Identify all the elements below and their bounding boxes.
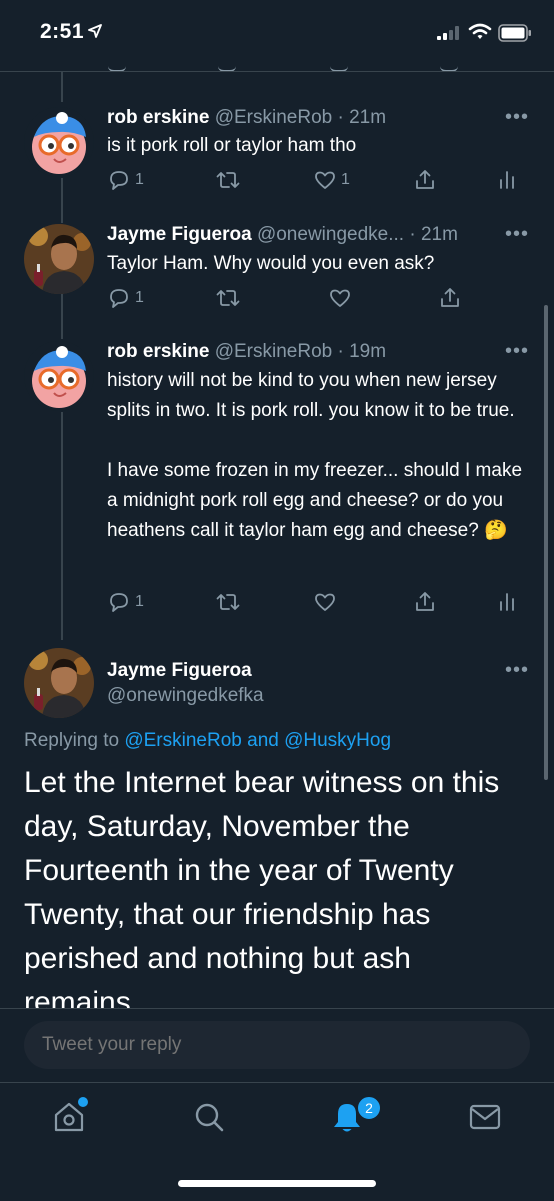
tweet-time: · 21m: [337, 107, 387, 128]
more-options-icon[interactable]: •••: [505, 340, 529, 363]
like-icon: [330, 289, 350, 307]
avatar[interactable]: [24, 224, 94, 294]
more-options-icon[interactable]: •••: [505, 106, 529, 129]
thread-line: [61, 178, 63, 223]
reply-count: 1: [135, 171, 144, 188]
replying-to: Replying to @ErskineRob and @HuskyHog: [24, 730, 391, 752]
more-options-icon[interactable]: •••: [505, 223, 529, 246]
author-handle[interactable]: @ErskineRob: [215, 107, 333, 128]
analytics-icon: [500, 593, 514, 611]
thread-line: [61, 412, 63, 640]
like-button[interactable]: 1: [313, 168, 350, 192]
thread-line: [61, 72, 63, 102]
retweet-icon: [216, 290, 240, 306]
avatar[interactable]: [24, 648, 94, 718]
home-unread-dot: [76, 1095, 90, 1109]
analytics-button[interactable]: [497, 168, 517, 192]
author-name[interactable]: Jayme Figueroa: [107, 660, 252, 682]
status-bar: 2:51: [0, 0, 554, 70]
wifi-icon: [468, 23, 492, 39]
reply-button[interactable]: 1: [107, 590, 144, 614]
reply-icon: [110, 593, 128, 612]
avatar[interactable]: [24, 341, 94, 411]
share-button[interactable]: [438, 286, 462, 310]
main-tweet-text: Let the Internet bear witness on this da…: [24, 766, 500, 1009]
scrollbar[interactable]: [544, 305, 548, 780]
tweet-time: · 19m: [337, 341, 387, 362]
retweet-button[interactable]: [215, 590, 241, 614]
header-divider: [0, 71, 554, 72]
tweet-text: is it pork roll or taylor ham tho: [107, 135, 357, 156]
tweet-header: rob erskine @ErskineRob · 21m: [107, 107, 386, 129]
reply-count: 1: [135, 289, 144, 306]
share-icon: [441, 288, 459, 307]
more-options-icon[interactable]: •••: [505, 659, 529, 682]
like-count: 1: [341, 171, 350, 188]
thread-line: [61, 294, 63, 339]
author-name[interactable]: rob erskine: [107, 341, 209, 362]
like-button[interactable]: [328, 286, 352, 310]
tweet-actions: 1: [107, 590, 527, 618]
author-handle[interactable]: @onewingedke...: [257, 224, 404, 245]
tweet-text: Taylor Ham. Why would you even ask?: [107, 253, 435, 274]
tweet-time: · 21m: [409, 224, 458, 245]
tweet-actions: 1: [107, 286, 527, 314]
tweet-header: rob erskine @ErskineRob · 19m: [107, 341, 386, 363]
share-icon: [416, 592, 434, 611]
like-icon: [315, 593, 335, 611]
share-button[interactable]: [413, 168, 437, 192]
reply-button[interactable]: 1: [107, 168, 144, 192]
author-handle[interactable]: @ErskineRob: [215, 341, 333, 362]
reply-mention-and[interactable]: and: [247, 730, 279, 751]
tweet-header: Jayme Figueroa @onewingedke... · 21m: [107, 224, 458, 246]
replying-prefix: Replying to: [24, 730, 120, 751]
location-arrow-icon: [88, 24, 102, 38]
reply-mention-link[interactable]: @ErskineRob: [124, 730, 242, 751]
tweet-text: history will not be kind to you when new…: [107, 370, 523, 541]
messages-icon[interactable]: [467, 1100, 503, 1134]
reply-mention-link[interactable]: @HuskyHog: [284, 730, 391, 751]
reply-count: 1: [135, 593, 144, 610]
tweet-actions: 1 1: [107, 168, 527, 196]
author-name[interactable]: rob erskine: [107, 107, 209, 128]
retweet-icon: [216, 172, 240, 188]
share-icon: [416, 170, 434, 189]
retweet-button[interactable]: [215, 286, 241, 310]
notifications-badge: 2: [356, 1095, 382, 1121]
analytics-icon: [500, 171, 514, 189]
share-button[interactable]: [413, 590, 437, 614]
reply-button[interactable]: 1: [107, 286, 144, 310]
reply-input[interactable]: [24, 1021, 530, 1069]
author-handle[interactable]: @onewingedkefka: [107, 685, 264, 707]
reply-icon: [110, 171, 128, 190]
status-time: 2:51: [40, 20, 85, 43]
battery-icon: [498, 24, 531, 42]
signal-icon: [437, 26, 459, 40]
analytics-button[interactable]: [497, 590, 517, 614]
reply-icon: [110, 289, 128, 308]
avatar[interactable]: [24, 107, 94, 177]
home-indicator[interactable]: [178, 1180, 376, 1187]
like-button[interactable]: [313, 590, 337, 614]
like-icon: [315, 171, 335, 189]
retweet-icon: [216, 594, 240, 610]
retweet-button[interactable]: [215, 168, 241, 192]
search-icon[interactable]: [192, 1100, 226, 1134]
author-name[interactable]: Jayme Figueroa: [107, 224, 252, 245]
